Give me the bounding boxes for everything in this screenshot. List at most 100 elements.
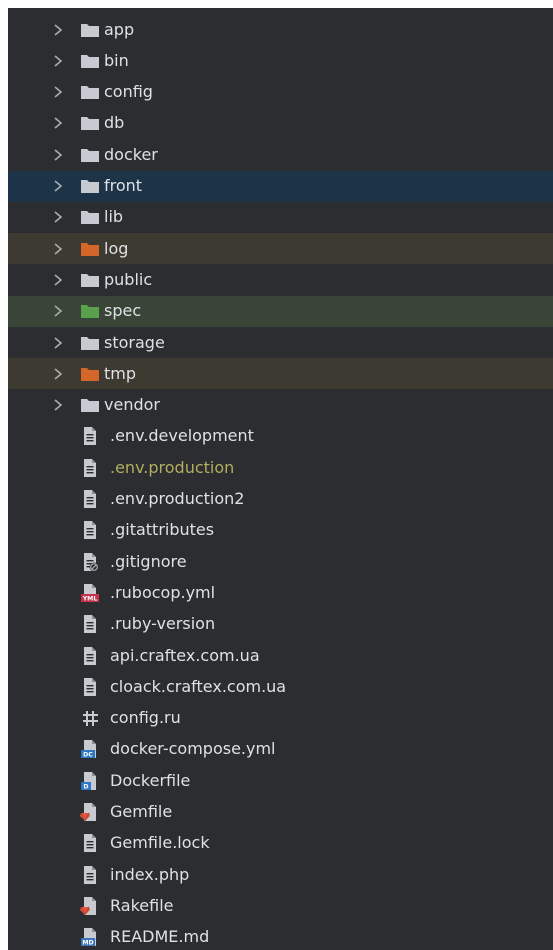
- tree-folder-docker[interactable]: docker: [8, 139, 553, 170]
- chevron-right-icon[interactable]: [52, 147, 64, 163]
- tree-folder-lib[interactable]: lib: [8, 202, 553, 233]
- tree-item-label: Dockerfile: [110, 770, 191, 790]
- chevron-right-icon[interactable]: [52, 335, 64, 351]
- tree-folder-vendor[interactable]: vendor: [8, 390, 553, 421]
- tree-file-gemfile-lock[interactable]: Gemfile.lock: [8, 828, 553, 859]
- folder-icon: [80, 303, 100, 319]
- tree-item-label: .gitattributes: [110, 520, 215, 540]
- folder-icon: [80, 272, 100, 288]
- tree-file-env-production2[interactable]: .env.production2: [8, 484, 553, 515]
- folder-icon: [80, 53, 100, 69]
- tree-file-config-ru[interactable]: config.ru: [8, 703, 553, 734]
- svg-text:DC: DC: [83, 752, 93, 759]
- tree-item-label: tmp: [104, 363, 137, 383]
- tree-folder-public[interactable]: public: [8, 264, 553, 295]
- folder-icon: [80, 209, 100, 225]
- tree-item-label: spec: [104, 301, 142, 321]
- chevron-right-icon[interactable]: [52, 53, 64, 69]
- folder-icon: [80, 22, 100, 38]
- text-file-icon: [80, 614, 100, 634]
- tree-item-label: public: [104, 269, 153, 289]
- tree-folder-front[interactable]: front: [8, 170, 553, 202]
- chevron-right-icon[interactable]: [52, 303, 64, 319]
- dockerfile-icon: D: [80, 771, 100, 791]
- tree-item-label: .env.production: [110, 457, 235, 477]
- tree-item-label: log: [104, 238, 129, 258]
- tree-folder-log[interactable]: log: [8, 233, 553, 265]
- tree-item-label: app: [104, 19, 135, 39]
- tree-file-gemfile[interactable]: Gemfile: [8, 797, 553, 828]
- chevron-right-icon[interactable]: [52, 366, 64, 382]
- tree-file-ruby-version[interactable]: .ruby-version: [8, 609, 553, 640]
- tree-file-dockerfile[interactable]: D Dockerfile: [8, 765, 553, 796]
- tree-folder-spec[interactable]: spec: [8, 295, 553, 327]
- tree-item-label: api.craftex.com.ua: [110, 645, 260, 665]
- chevron-right-icon[interactable]: [52, 241, 64, 257]
- svg-text:MD: MD: [82, 940, 93, 947]
- tree-file-env-development[interactable]: .env.development: [8, 421, 553, 452]
- tree-item-label: .gitignore: [110, 551, 187, 571]
- tree-item-label: README.md: [110, 927, 210, 947]
- rakefile-icon: [80, 896, 100, 916]
- text-file-icon: [80, 458, 100, 478]
- tree-file-readme-md[interactable]: MD README.md: [8, 922, 553, 950]
- svg-text:D: D: [83, 783, 88, 790]
- folder-icon: [80, 241, 100, 257]
- tree-folder-tmp[interactable]: tmp: [8, 358, 553, 390]
- tree-file-rakefile[interactable]: Rakefile: [8, 890, 553, 921]
- tree-item-label: vendor: [104, 395, 160, 415]
- tree-folder-storage[interactable]: storage: [8, 327, 553, 358]
- chevron-right-icon[interactable]: [52, 397, 64, 413]
- tree-file-gitattributes[interactable]: .gitattributes: [8, 515, 553, 546]
- chevron-right-icon[interactable]: [52, 22, 64, 38]
- tree-item-label: .ruby-version: [110, 614, 216, 634]
- folder-icon: [80, 84, 100, 100]
- markdown-file-icon: MD: [80, 927, 100, 947]
- chevron-right-icon[interactable]: [52, 178, 64, 194]
- tree-item-label: config.ru: [110, 708, 181, 728]
- docker-compose-file-icon: DC: [80, 739, 100, 759]
- tree-file-index-php[interactable]: index.php: [8, 859, 553, 890]
- screenshot-frame: app bin config db docker front lib log public spe…: [0, 0, 553, 950]
- text-file-icon: [80, 865, 100, 885]
- tree-folder-db[interactable]: db: [8, 108, 553, 139]
- chevron-right-icon[interactable]: [52, 84, 64, 100]
- tree-item-label: docker: [104, 144, 158, 164]
- tree-file-docker-compose-yml[interactable]: DC docker-compose.yml: [8, 734, 553, 765]
- tree-folder-bin[interactable]: bin: [8, 45, 553, 76]
- folder-icon: [80, 397, 100, 413]
- tree-item-label: .rubocop.yml: [110, 582, 216, 602]
- tree-file-rubocop-yml[interactable]: YML .rubocop.yml: [8, 577, 553, 608]
- chevron-right-icon[interactable]: [52, 115, 64, 131]
- tree-folder-app[interactable]: app: [8, 14, 553, 45]
- chevron-right-icon[interactable]: [52, 272, 64, 288]
- ignored-file-icon: [80, 552, 100, 572]
- tree-file-env-production[interactable]: .env.production: [8, 452, 553, 483]
- tree-item-label: storage: [104, 332, 165, 352]
- folder-icon: [80, 115, 100, 131]
- chevron-right-icon[interactable]: [52, 209, 64, 225]
- tree-item-label: Gemfile.lock: [110, 833, 210, 853]
- folder-icon: [80, 178, 100, 194]
- tree-item-label: .env.production2: [110, 489, 245, 508]
- text-file-icon: [80, 489, 100, 509]
- text-file-icon: [80, 520, 100, 540]
- yml-file-icon: YML: [80, 583, 100, 603]
- gemfile-icon: [80, 802, 100, 822]
- tree-file-gitignore[interactable]: .gitignore: [8, 546, 553, 577]
- folder-icon: [80, 335, 100, 351]
- folder-icon: [80, 147, 100, 163]
- tree-item-label: bin: [104, 50, 129, 70]
- svg-text:YML: YML: [82, 595, 98, 602]
- text-file-icon: [80, 677, 100, 697]
- tree-file-api-craftex-com-ua[interactable]: api.craftex.com.ua: [8, 640, 553, 671]
- tree-item-label: db: [104, 113, 125, 133]
- tree-folder-config[interactable]: config: [8, 77, 553, 108]
- text-file-icon: [80, 426, 100, 446]
- tree-item-label: config: [104, 82, 153, 102]
- tree-file-cloack-craftex-com-ua[interactable]: cloack.craftex.com.ua: [8, 671, 553, 702]
- tree-item-label: docker-compose.yml: [110, 739, 276, 759]
- folder-icon: [80, 366, 100, 382]
- tree-item-label: front: [104, 176, 143, 195]
- text-file-icon: [80, 646, 100, 666]
